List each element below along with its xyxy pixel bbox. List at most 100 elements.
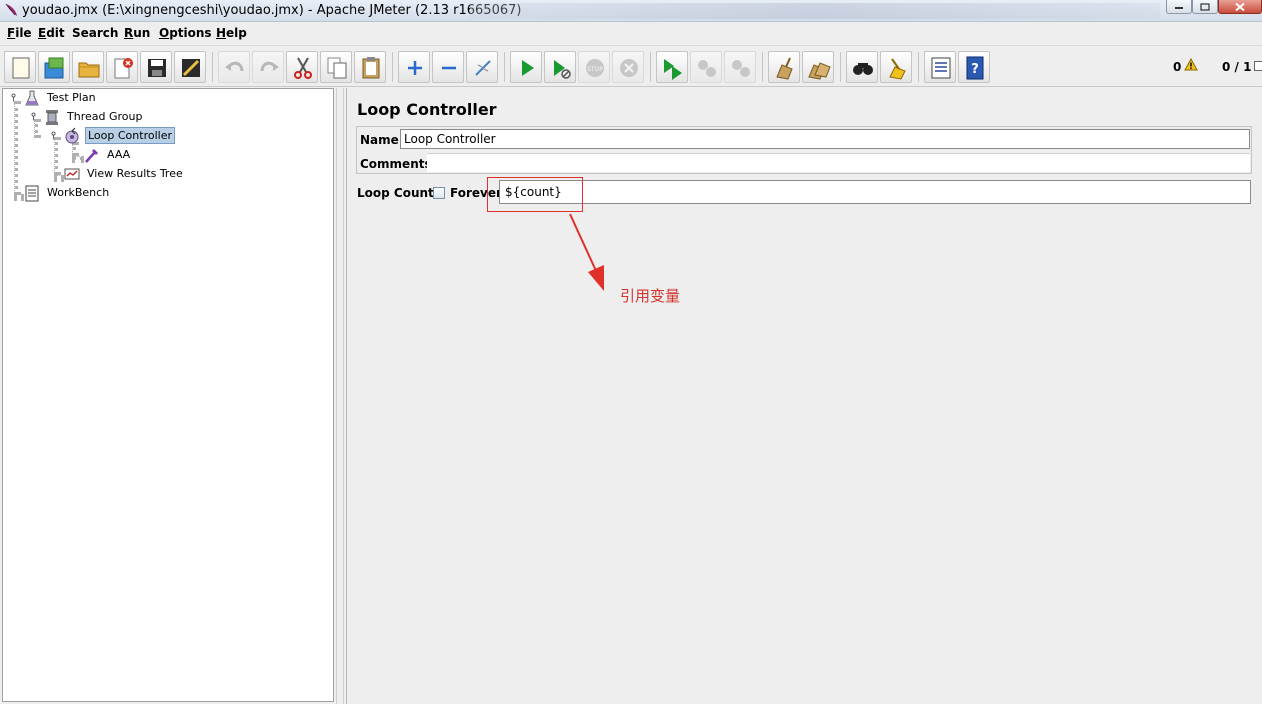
remote-start-icon <box>664 59 682 80</box>
scissors-icon <box>294 57 312 79</box>
toolbar-separator <box>504 52 505 82</box>
tree-label: View Results Tree <box>87 167 183 180</box>
clear-all-broom-icon <box>808 62 831 80</box>
start-button[interactable] <box>510 51 542 83</box>
reset-search-broom-icon <box>889 58 906 80</box>
restore-icon <box>1200 2 1210 11</box>
start-no-pauses-button[interactable] <box>544 51 576 83</box>
stop-button[interactable]: STOP <box>578 51 610 83</box>
clear-all-button[interactable] <box>802 51 834 83</box>
shutdown-icon <box>620 59 638 77</box>
loop-count-input[interactable]: ${count} <box>499 180 1251 204</box>
help-button[interactable]: ? <box>958 51 990 83</box>
expand-toggle-icon[interactable] <box>9 93 18 102</box>
menu-edit-rest: dit <box>46 26 65 40</box>
tree-line <box>54 137 58 175</box>
annotation-highlight-box <box>487 177 583 212</box>
menu-options-mnemonic: O <box>159 26 170 40</box>
toolbar-separator <box>918 52 919 82</box>
menu-help-rest: elp <box>226 26 247 40</box>
menu-edit[interactable]: Edit <box>38 26 65 40</box>
reset-search-button[interactable] <box>880 51 912 83</box>
comments-input[interactable] <box>427 153 1250 172</box>
play-icon <box>522 60 534 76</box>
menu-options-rest: ptions <box>169 26 212 40</box>
expand-toggle-icon[interactable] <box>29 112 38 121</box>
panel-title: Loop Controller <box>357 100 497 119</box>
maximize-button[interactable] <box>1192 0 1218 14</box>
function-helper-button[interactable] <box>924 51 956 83</box>
loop-controller-icon <box>65 127 79 144</box>
undo-button[interactable] <box>218 51 250 83</box>
menu-search[interactable]: Search <box>72 26 118 40</box>
pane-splitter[interactable] <box>336 88 344 704</box>
menu-edit-mnemonic: E <box>38 26 47 40</box>
tree-line <box>34 119 38 138</box>
flask-icon <box>25 90 39 106</box>
warning-icon[interactable] <box>1184 58 1198 71</box>
name-comments-group: Name: Loop Controller Comments: <box>356 126 1252 174</box>
svg-text:?: ? <box>971 62 979 77</box>
results-listener-icon <box>64 168 80 180</box>
save-button[interactable] <box>140 51 172 83</box>
remote-start-all-button[interactable] <box>656 51 688 83</box>
toolbar: STOP ? 0 0 / 1 <box>0 45 1262 87</box>
error-count: 0 <box>1173 60 1182 74</box>
expand-all-button[interactable] <box>398 51 430 83</box>
minimize-button[interactable] <box>1166 0 1192 14</box>
toggle-wand-icon <box>475 60 491 76</box>
comments-label: Comments: <box>360 157 437 171</box>
name-input[interactable]: Loop Controller <box>400 129 1250 149</box>
name-label: Name: <box>360 133 404 147</box>
paste-button[interactable] <box>354 51 386 83</box>
tree-label: Loop Controller <box>85 127 175 144</box>
remote-shutdown-all-button[interactable] <box>724 51 756 83</box>
minus-icon <box>442 66 456 70</box>
toggle-button[interactable] <box>466 51 498 83</box>
stop-icon: STOP <box>586 59 604 77</box>
menu-search-rest: earch <box>80 26 119 40</box>
play-no-pause-icon <box>554 60 571 79</box>
templates-icon <box>44 57 64 79</box>
save-disk-icon <box>148 59 166 77</box>
menu-options[interactable]: Options <box>159 26 212 40</box>
title-bar-background <box>470 3 1160 19</box>
test-plan-tree[interactable]: Test Plan Thread Group Loop Controller A… <box>2 88 334 702</box>
redo-button[interactable] <box>252 51 284 83</box>
copy-button[interactable] <box>320 51 352 83</box>
workbench-clipboard-icon <box>25 185 39 202</box>
help-book-icon: ? <box>966 56 984 80</box>
copy-icon <box>327 57 347 79</box>
jmeter-feather-icon <box>5 3 17 16</box>
menu-help[interactable]: Help <box>216 26 247 40</box>
loop-controller-panel: Loop Controller Name: Loop Controller Co… <box>346 88 1262 704</box>
menu-file[interactable]: File <box>7 26 32 40</box>
close-window-button[interactable] <box>1218 0 1262 14</box>
title-bar: youdao.jmx (E:\xingnengceshi\youdao.jmx)… <box>0 0 1262 22</box>
templates-button[interactable] <box>38 51 70 83</box>
cut-button[interactable] <box>286 51 318 83</box>
plus-icon <box>408 61 422 75</box>
menu-run-rest: un <box>133 26 151 40</box>
close-icon <box>1235 2 1245 11</box>
menu-file-rest: ile <box>15 26 32 40</box>
new-button[interactable] <box>4 51 36 83</box>
toolbar-separator <box>392 52 393 82</box>
remote-stop-all-button[interactable] <box>690 51 722 83</box>
search-button[interactable] <box>846 51 878 83</box>
menu-help-mnemonic: H <box>216 26 227 40</box>
forever-checkbox[interactable] <box>433 187 445 199</box>
remote-shutdown-icon <box>732 60 750 77</box>
menu-file-mnemonic: F <box>7 26 16 40</box>
window-title: youdao.jmx (E:\xingnengceshi\youdao.jmx)… <box>22 3 522 18</box>
expand-toggle-icon[interactable] <box>49 131 58 140</box>
menu-run[interactable]: Run <box>124 26 150 40</box>
shutdown-button[interactable] <box>612 51 644 83</box>
menu-search-mnemonic: S <box>72 26 81 40</box>
close-button[interactable] <box>106 51 138 83</box>
collapse-all-button[interactable] <box>432 51 464 83</box>
open-button[interactable] <box>72 51 104 83</box>
tree-label: AAA <box>107 148 131 161</box>
save-as-image-button[interactable] <box>174 51 206 83</box>
clear-button[interactable] <box>768 51 800 83</box>
